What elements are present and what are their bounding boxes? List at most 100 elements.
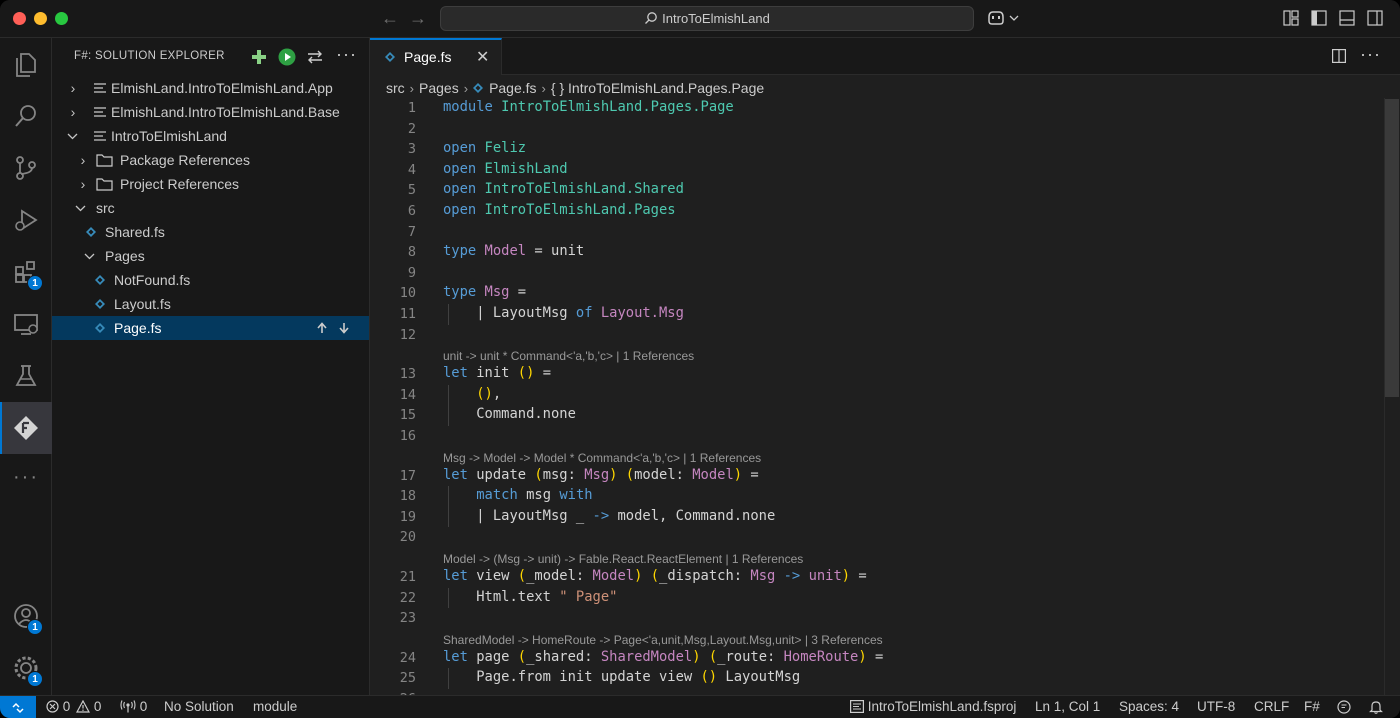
ports-indicator[interactable]: 0: [120, 699, 147, 714]
tree-item-package-references[interactable]: › Package References: [52, 148, 369, 172]
remote-explorer-icon[interactable]: [0, 298, 52, 350]
more-actions-icon[interactable]: ···: [336, 44, 357, 65]
tree-item-project-app[interactable]: › ElmishLand.IntroToElmishLand.App: [52, 76, 369, 100]
codelens-annotation[interactable]: SharedModel -> HomeRoute -> Page<'a,unit…: [443, 633, 883, 647]
tree-item-project-references[interactable]: › Project References: [52, 172, 369, 196]
tree-item-page-fs[interactable]: Page.fs: [52, 316, 369, 340]
arrow-right-icon[interactable]: →: [409, 8, 427, 28]
source-control-icon[interactable]: [0, 142, 52, 194]
extensions-icon[interactable]: 1: [0, 246, 52, 298]
code-line[interactable]: | LayoutMsg of Layout.Msg: [443, 305, 684, 321]
search-icon[interactable]: [0, 90, 52, 142]
codelens-annotation[interactable]: Model -> (Msg -> unit) -> Fable.React.Re…: [443, 552, 803, 566]
explorer-icon[interactable]: [0, 38, 52, 90]
fsharp-ionide-icon[interactable]: [0, 402, 52, 454]
layout-customize-icon[interactable]: [1283, 10, 1299, 26]
code-line[interactable]: let view (_model: Model) (_dispatch: Msg…: [443, 568, 867, 584]
code-line[interactable]: Html.text " Page": [443, 589, 617, 605]
chevron-right-icon: ›: [70, 80, 76, 96]
toggle-secondary-sidebar-icon[interactable]: [1367, 10, 1383, 26]
vertical-scrollbar[interactable]: [1385, 99, 1399, 397]
settings-gear-icon[interactable]: 1: [0, 642, 52, 694]
code-line[interactable]: open ElmishLand: [443, 161, 568, 177]
line-number: 12: [399, 326, 416, 343]
code-token: Msg: [484, 284, 510, 301]
code-line[interactable]: let page (_shared: SharedModel) (_route:…: [443, 649, 883, 665]
run-debug-icon[interactable]: [0, 194, 52, 246]
close-window-button[interactable]: [13, 12, 26, 25]
move-up-icon[interactable]: [316, 322, 328, 334]
problems-indicator[interactable]: 0 0: [46, 699, 101, 714]
code-line[interactable]: module IntroToElmishLand.Pages.Page: [443, 99, 734, 115]
more-actions-icon[interactable]: ···: [1360, 44, 1381, 65]
maximize-window-button[interactable]: [55, 12, 68, 25]
tree-item-notfound-fs[interactable]: NotFound.fs: [52, 268, 369, 292]
tab-page-fs[interactable]: Page.fs ✕: [370, 38, 502, 75]
indentation-status[interactable]: Spaces: 4: [1119, 699, 1179, 714]
bell-icon[interactable]: [1369, 700, 1383, 717]
project-status[interactable]: IntroToElmishLand.fsproj: [850, 699, 1016, 714]
indent-guide: [448, 587, 449, 609]
tree-item-project-introtoelmishland[interactable]: IntroToElmishLand: [52, 124, 369, 148]
copilot-icon[interactable]: [986, 9, 1006, 27]
breadcrumb-item[interactable]: { } IntroToElmishLand.Pages.Page: [551, 80, 764, 96]
testing-icon[interactable]: [0, 350, 52, 402]
code-editor[interactable]: 1 module IntroToElmishLand.Pages.Page 2 3 op…: [370, 98, 1384, 695]
code-token: init: [467, 365, 518, 382]
breadcrumb-item[interactable]: src: [386, 80, 405, 96]
split-editor-icon[interactable]: [1332, 49, 1346, 63]
project-list-icon: [94, 83, 106, 93]
project-name: IntroToElmishLand.fsproj: [867, 699, 1017, 714]
breadcrumb-item[interactable]: Page.fs: [489, 80, 536, 96]
add-project-icon[interactable]: [252, 50, 266, 64]
solution-status[interactable]: No Solution: [164, 699, 234, 714]
code-line[interactable]: open IntroToElmishLand.Pages: [443, 202, 676, 218]
tree-item-pages[interactable]: Pages: [52, 244, 369, 268]
tree-item-src[interactable]: src: [52, 196, 369, 220]
line-number: 11: [399, 306, 416, 322]
tree-item-project-base[interactable]: › ElmishLand.IntroToElmishLand.Base: [52, 100, 369, 124]
tree-item-shared-fs[interactable]: Shared.fs: [52, 220, 369, 244]
account-icon[interactable]: 1: [0, 590, 52, 642]
line-number: 25: [399, 670, 416, 687]
code-line[interactable]: open IntroToElmishLand.Shared: [443, 181, 684, 197]
code-line[interactable]: open Feliz: [443, 140, 526, 156]
code-token: (): [476, 385, 493, 402]
command-center-search[interactable]: IntroToElmishLand: [440, 6, 974, 31]
toggle-panel-icon[interactable]: [1339, 10, 1355, 26]
code-line[interactable]: type Msg =: [443, 284, 526, 300]
tree-item-layout-fs[interactable]: Layout.fs: [52, 292, 369, 316]
encoding-status[interactable]: UTF-8: [1197, 699, 1235, 714]
feedback-icon[interactable]: [1337, 700, 1351, 717]
eol-status[interactable]: CRLF: [1254, 699, 1289, 714]
toggle-primary-sidebar-icon[interactable]: [1311, 10, 1327, 26]
codelens-annotation[interactable]: unit -> unit * Command<'a,'b,'c> | 1 Ref…: [443, 349, 694, 363]
code-line[interactable]: (),: [443, 386, 501, 402]
symbol-status[interactable]: module: [253, 699, 297, 714]
more-icon[interactable]: ···: [0, 454, 52, 506]
code-line[interactable]: let init () =: [443, 365, 551, 381]
line-number: 23: [399, 610, 416, 627]
ports-count: 0: [139, 699, 148, 714]
cursor-position[interactable]: Ln 1, Col 1: [1035, 699, 1100, 714]
code-line[interactable]: match msg with: [443, 487, 592, 503]
language-mode[interactable]: F#: [1304, 699, 1320, 714]
breadcrumb-item[interactable]: Pages: [419, 80, 459, 96]
refresh-swap-icon[interactable]: [307, 50, 323, 64]
code-line[interactable]: Page.from init update view () LayoutMsg: [443, 669, 800, 685]
close-icon[interactable]: ✕: [476, 47, 489, 67]
minimize-window-button[interactable]: [34, 12, 47, 25]
code-line[interactable]: let update (msg: Msg) (model: Model) =: [443, 467, 759, 483]
chevron-down-icon[interactable]: [1009, 14, 1019, 22]
code-line[interactable]: | LayoutMsg _ -> model, Command.none: [443, 508, 775, 524]
run-project-icon[interactable]: [278, 48, 296, 66]
remote-indicator[interactable]: [0, 696, 36, 718]
code-line[interactable]: type Model = unit: [443, 243, 584, 259]
move-down-icon[interactable]: [338, 322, 350, 334]
indent-guide: [448, 304, 449, 325]
codelens-annotation[interactable]: Msg -> Model -> Model * Command<'a,'b,'c…: [443, 451, 761, 465]
code-line[interactable]: Command.none: [443, 406, 576, 422]
line-number: 9: [407, 264, 416, 281]
arrow-left-icon[interactable]: ←: [381, 8, 399, 28]
